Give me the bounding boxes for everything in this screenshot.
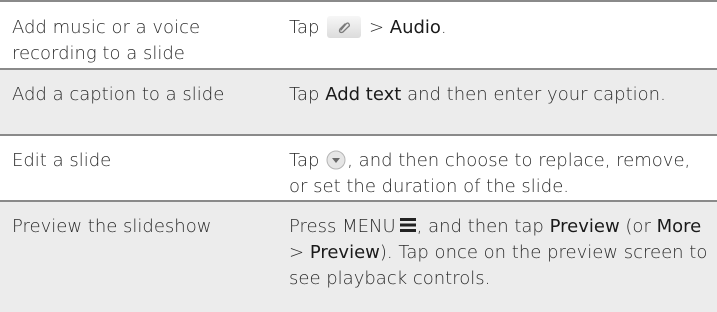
action-cell: Press MENU , and then tap Preview (or Mo… <box>289 214 709 292</box>
action-text: . <box>440 17 447 38</box>
action-text: Tap <box>289 17 320 38</box>
action-text: and then enter your caption. <box>407 84 666 105</box>
action-text: Tap <box>289 150 320 171</box>
action-cell: Tap Add text and then enter your caption… <box>289 82 709 108</box>
action-bold-text: More <box>656 216 702 237</box>
action-text: > <box>289 242 310 263</box>
action-text: (or <box>625 216 651 237</box>
dropdown-arrow-icon <box>325 149 347 171</box>
task-cell: Add a caption to a slide <box>12 84 225 105</box>
action-bold-text: Add text <box>325 84 402 105</box>
action-text: , and then tap <box>416 216 544 237</box>
instructions-table: Add music or a voice recording to a slid… <box>0 0 717 312</box>
action-bold-text: Audio <box>389 17 441 38</box>
action-text: Press MENU <box>289 216 396 237</box>
task-cell: Preview the slideshow <box>12 216 212 237</box>
action-text: > <box>363 17 390 38</box>
action-text: , and then choose to replace, remove, or… <box>289 150 691 197</box>
table-row: Add music or a voice recording to a slid… <box>0 2 717 68</box>
attach-icon <box>327 16 362 38</box>
task-cell: Add music or a voice recording to a slid… <box>12 17 201 64</box>
task-cell: Edit a slide <box>12 150 112 171</box>
action-cell: Tap , and then choose to replace, remove… <box>289 148 709 200</box>
menu-icon <box>399 217 417 233</box>
action-cell: Tap > Audio. <box>289 15 709 41</box>
table-row: Edit a slide Tap , and then choose to re… <box>0 136 717 200</box>
action-bold-text: Preview <box>549 216 620 237</box>
table-row: Add a caption to a slide Tap Add text an… <box>0 70 717 134</box>
table-row: Preview the slideshow Press MENU , and t… <box>0 202 717 312</box>
action-text: Tap <box>289 84 320 105</box>
action-bold-text: Preview <box>309 242 380 263</box>
